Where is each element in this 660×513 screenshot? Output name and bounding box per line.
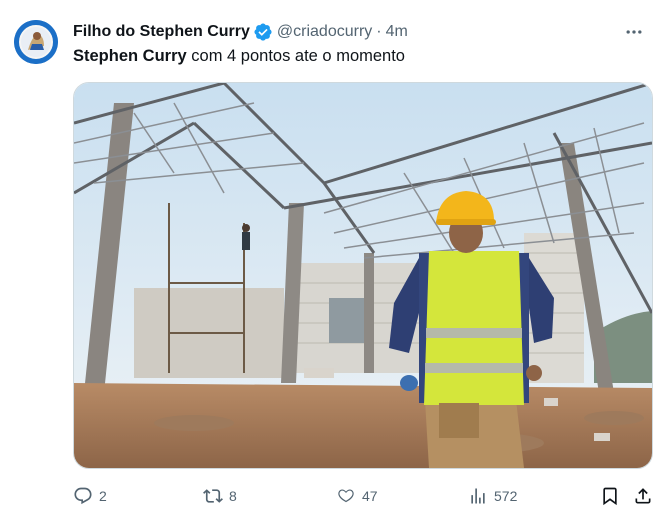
action-bar: 2 8 47 572 <box>73 483 653 509</box>
share-icon <box>635 488 651 504</box>
verified-badge-icon <box>253 22 273 42</box>
separator-dot: · <box>376 23 382 40</box>
like-button[interactable]: 47 <box>336 483 378 509</box>
repost-button[interactable]: 8 <box>203 483 237 509</box>
like-count: 47 <box>362 488 378 504</box>
avatar[interactable] <box>14 20 58 64</box>
views-count: 572 <box>494 488 518 504</box>
post-time[interactable]: 4m <box>386 23 408 41</box>
author-name[interactable]: Filho do Stephen Curry <box>73 23 250 41</box>
reply-icon <box>74 487 92 505</box>
repost-icon <box>203 489 223 503</box>
bookmark-icon <box>603 487 617 506</box>
tweet-media-image[interactable] <box>73 82 653 469</box>
reply-button[interactable]: 2 <box>73 483 107 509</box>
tweet-text-bold: Stephen Curry <box>73 47 187 65</box>
views-chart-icon <box>471 488 485 504</box>
tweet-header: Filho do Stephen Curry @criadocurry · 4m <box>73 20 408 44</box>
reply-count: 2 <box>99 488 107 504</box>
tweet-text: Stephen Curry com 4 pontos ate o momento <box>73 45 405 67</box>
bookmark-button[interactable] <box>600 483 620 509</box>
tweet: Filho do Stephen Curry @criadocurry · 4m… <box>0 0 660 513</box>
share-button[interactable] <box>633 483 653 509</box>
more-options-icon[interactable] <box>622 20 646 44</box>
heart-icon <box>338 489 354 503</box>
author-handle[interactable]: @criadocurry <box>277 23 372 41</box>
tweet-text-rest: com 4 pontos ate o momento <box>186 47 405 65</box>
repost-count: 8 <box>229 488 237 504</box>
views-button[interactable]: 572 <box>468 483 517 509</box>
